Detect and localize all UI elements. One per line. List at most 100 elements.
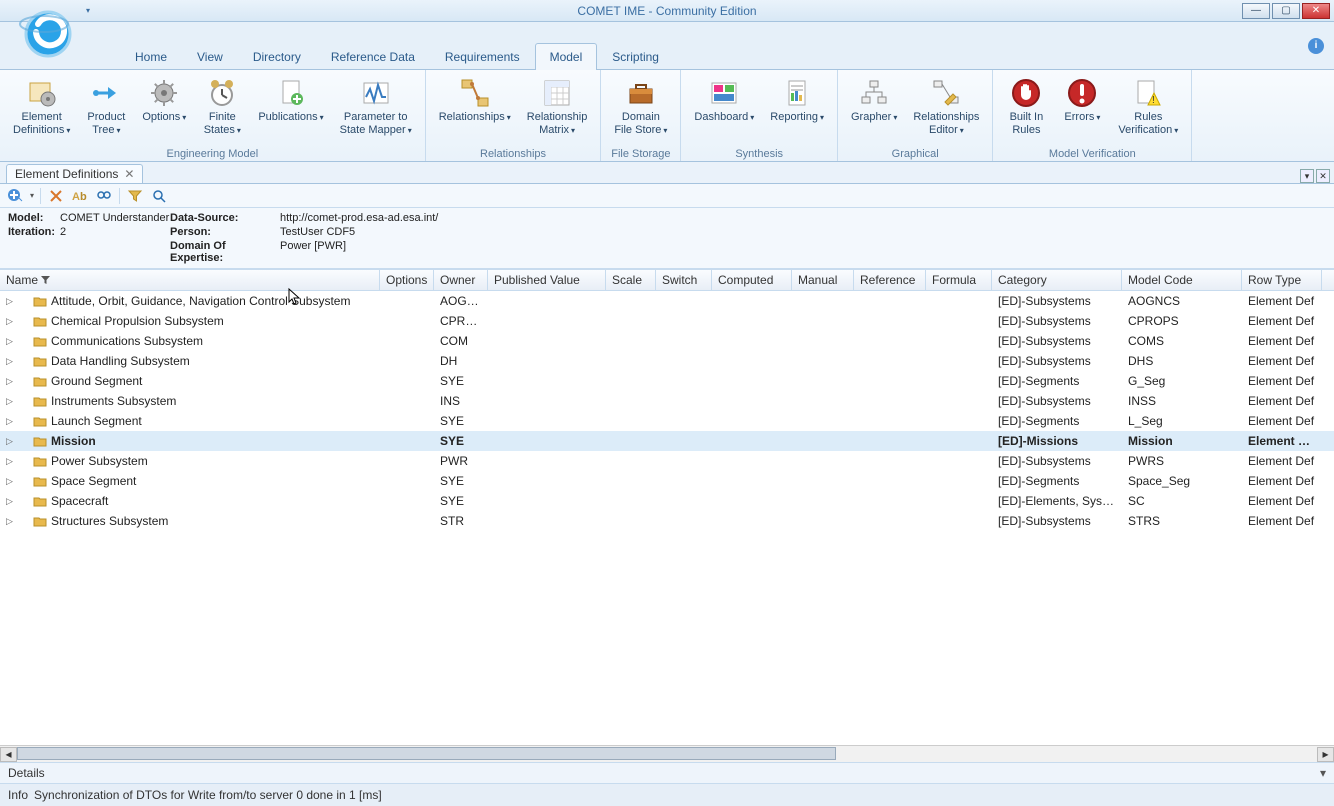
cell-rowtype: Element Def (1242, 294, 1322, 308)
scroll-right-icon[interactable]: ▸ (1317, 747, 1334, 762)
status-prefix: Info (8, 788, 28, 802)
column-header-reference[interactable]: Reference (854, 270, 926, 290)
rules-verif-icon: ! (1132, 77, 1164, 109)
column-header-formula[interactable]: Formula (926, 270, 992, 290)
finite-states-label: Finite States▾ (204, 111, 241, 136)
menu-tab-view[interactable]: View (182, 43, 238, 70)
rel-matrix-button[interactable]: Relationship Matrix▾ (520, 72, 595, 147)
column-header-model-code[interactable]: Model Code (1122, 270, 1242, 290)
table-row[interactable]: ▷Chemical Propulsion SubsystemCPROP[ED]-… (0, 311, 1334, 331)
rel-editor-button[interactable]: Relationships Editor▾ (906, 72, 986, 147)
expander-icon[interactable]: ▷ (6, 377, 15, 386)
publications-button[interactable]: Publications▾ (251, 72, 330, 147)
details-label: Details (8, 766, 45, 780)
highlight-button[interactable]: Ab (71, 187, 89, 205)
column-header-scale[interactable]: Scale (606, 270, 656, 290)
maximize-button[interactable]: ▢ (1272, 3, 1300, 19)
expander-icon[interactable]: ▷ (6, 477, 15, 486)
builtin-rules-icon (1010, 77, 1042, 109)
table-row[interactable]: ▷Instruments SubsystemINS[ED]-Subsystems… (0, 391, 1334, 411)
cell-category: [ED]-Segments (992, 374, 1122, 388)
param-state-button[interactable]: Parameter to State Mapper▾ (333, 72, 419, 147)
expander-icon[interactable]: ▷ (6, 297, 15, 306)
details-dropdown-icon[interactable]: ▾ (1320, 766, 1326, 780)
close-button[interactable]: ✕ (1302, 3, 1330, 19)
domain-file-store-button[interactable]: Domain File Store▾ (607, 72, 674, 147)
column-header-switch[interactable]: Switch (656, 270, 712, 290)
table-row[interactable]: ▷Data Handling SubsystemDH[ED]-Subsystem… (0, 351, 1334, 371)
column-header-manual[interactable]: Manual (792, 270, 854, 290)
cell-category: [ED]-Subsystems (992, 334, 1122, 348)
search-button[interactable] (150, 187, 168, 205)
menu-tab-requirements[interactable]: Requirements (430, 43, 535, 70)
row-name: Attitude, Orbit, Guidance, Navigation Co… (51, 294, 350, 308)
status-message: Synchronization of DTOs for Write from/t… (34, 788, 382, 802)
close-tab-icon[interactable]: ✕ (124, 167, 134, 181)
folder-icon (33, 295, 47, 307)
expander-icon[interactable]: ▷ (6, 397, 15, 406)
column-header-category[interactable]: Category (992, 270, 1122, 290)
table-row[interactable]: ▷Ground SegmentSYE[ED]-SegmentsG_SegElem… (0, 371, 1334, 391)
menu-tab-model[interactable]: Model (535, 43, 598, 70)
column-header-owner[interactable]: Owner (434, 270, 488, 290)
column-header-row-type[interactable]: Row Type (1242, 270, 1322, 290)
finite-states-button[interactable]: Finite States▾ (195, 72, 249, 147)
table-row[interactable]: ▷Launch SegmentSYE[ED]-SegmentsL_SegElem… (0, 411, 1334, 431)
options-button[interactable]: Options▾ (135, 72, 193, 147)
ribbon-group-label: Model Verification (999, 147, 1185, 161)
add-button[interactable] (6, 187, 24, 205)
filter-button[interactable] (126, 187, 144, 205)
relationships-button[interactable]: Relationships▾ (432, 72, 518, 147)
document-tab[interactable]: Element Definitions ✕ (6, 164, 143, 183)
cell-model: STRS (1122, 514, 1242, 528)
table-row[interactable]: ▷Space SegmentSYE[ED]-SegmentsSpace_SegE… (0, 471, 1334, 491)
details-bar[interactable]: Details ▾ (0, 762, 1334, 784)
expander-icon[interactable]: ▷ (6, 317, 15, 326)
reporting-button[interactable]: Reporting▾ (763, 72, 831, 147)
domain-file-store-icon (625, 77, 657, 109)
find-button[interactable] (95, 187, 113, 205)
grapher-button[interactable]: Grapher▾ (844, 72, 904, 147)
expander-icon[interactable]: ▷ (6, 517, 15, 526)
cell-rowtype: Element Def (1242, 394, 1322, 408)
column-header-computed[interactable]: Computed (712, 270, 792, 290)
table-row[interactable]: ▷ Attitude, Orbit, Guidance, Navigation C… (0, 291, 1334, 311)
menu-tab-directory[interactable]: Directory (238, 43, 316, 70)
column-header-published-value[interactable]: Published Value (488, 270, 606, 290)
dashboard-button[interactable]: Dashboard▾ (687, 72, 761, 147)
delete-button[interactable] (47, 187, 65, 205)
builtin-rules-button[interactable]: Built In Rules (999, 72, 1053, 147)
table-row[interactable]: ▷Power SubsystemPWR[ED]-SubsystemsPWRSEl… (0, 451, 1334, 471)
expander-icon[interactable]: ▷ (6, 437, 15, 446)
minimize-button[interactable]: — (1242, 3, 1270, 19)
element-defs-button[interactable]: Element Definitions▾ (6, 72, 77, 147)
table-row[interactable]: ▷SpacecraftSYE[ED]-Elements, SystemsSCEl… (0, 491, 1334, 511)
table-row[interactable]: ▷Communications SubsystemCOM[ED]-Subsyst… (0, 331, 1334, 351)
scroll-thumb[interactable] (17, 747, 836, 760)
expander-icon[interactable]: ▷ (6, 337, 15, 346)
scroll-left-icon[interactable]: ◂ (0, 747, 17, 762)
menu-tab-reference-data[interactable]: Reference Data (316, 43, 430, 70)
qat-dropdown-icon[interactable]: ▾ (86, 6, 90, 15)
column-header-name[interactable]: Name (0, 270, 380, 290)
menu-tab-scripting[interactable]: Scripting (597, 43, 674, 70)
tab-close-icon[interactable]: ✕ (1316, 169, 1330, 183)
table-row[interactable]: ▷Structures SubsystemSTR[ED]-SubsystemsS… (0, 511, 1334, 531)
errors-button[interactable]: Errors▾ (1055, 72, 1109, 147)
column-header-options[interactable]: Options (380, 270, 434, 290)
cell-name: ▷Communications Subsystem (0, 334, 380, 348)
expander-icon[interactable]: ▷ (6, 357, 15, 366)
expander-icon[interactable]: ▷ (6, 457, 15, 466)
cell-model: COMS (1122, 334, 1242, 348)
product-tree-button[interactable]: Product Tree▾ (79, 72, 133, 147)
cell-category: [ED]-Subsystems (992, 294, 1122, 308)
tab-dropdown-icon[interactable]: ▾ (1300, 169, 1314, 183)
ribbon-group-relationships: Relationships▾Relationship Matrix▾Relati… (426, 70, 602, 161)
help-icon[interactable]: i (1308, 38, 1324, 54)
horizontal-scrollbar[interactable]: ◂ ▸ (0, 745, 1334, 762)
expander-icon[interactable]: ▷ (6, 417, 15, 426)
table-row[interactable]: ▷MissionSYE[ED]-MissionsMissionElement D… (0, 431, 1334, 451)
expander-icon[interactable]: ▷ (6, 497, 15, 506)
rules-verif-button[interactable]: !Rules Verification▾ (1111, 72, 1185, 147)
menu-tab-home[interactable]: Home (120, 43, 182, 70)
